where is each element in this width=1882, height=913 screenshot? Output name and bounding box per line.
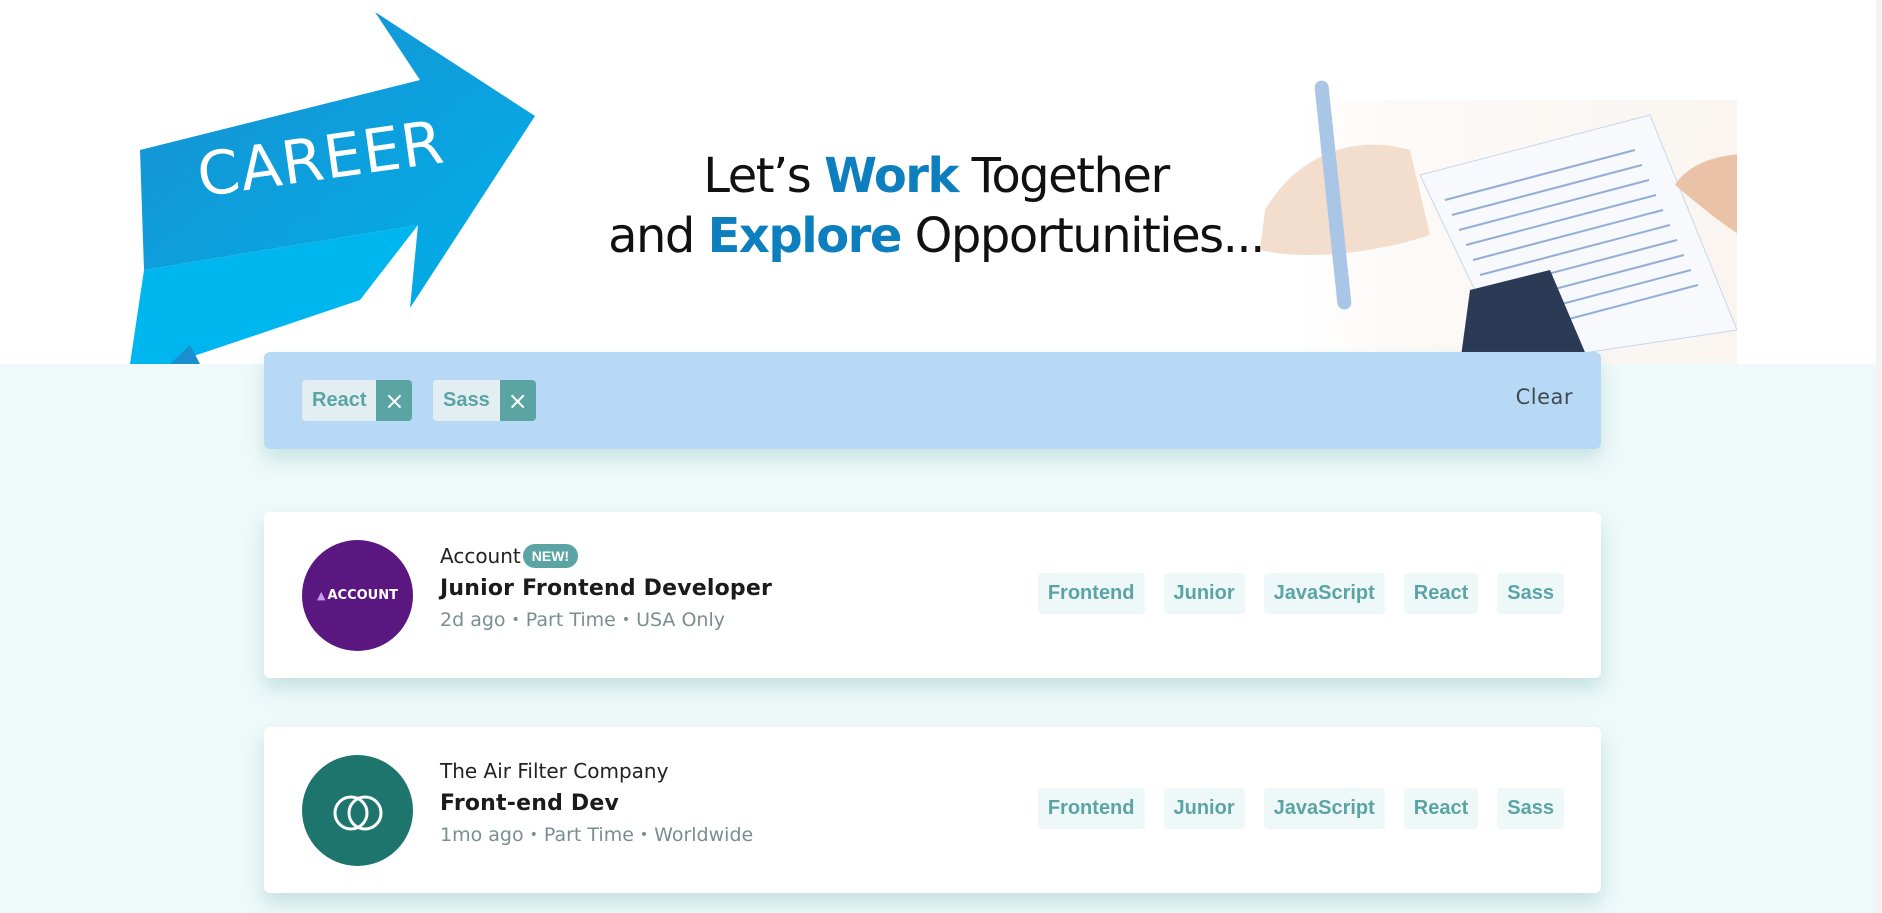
posted-at: 1mo ago xyxy=(440,824,524,846)
hand-pen-paper-graphic xyxy=(1260,80,1737,364)
remove-filter-sass-button[interactable]: × xyxy=(499,380,536,421)
triangle-icon: ▲ xyxy=(317,589,326,602)
tag-sass[interactable]: Sass xyxy=(1497,573,1564,614)
company-name: The Air Filter Company xyxy=(440,759,669,783)
scrollbar-track[interactable] xyxy=(1876,0,1882,913)
job-location: Worldwide xyxy=(654,824,754,846)
hero-banner: CAREER Let’s Work Together and Explore O… xyxy=(130,0,1737,364)
tag-sass[interactable]: Sass xyxy=(1497,788,1564,829)
tag-react[interactable]: React xyxy=(1403,573,1479,614)
tag-react[interactable]: React xyxy=(1403,788,1479,829)
contract-type: Part Time xyxy=(543,824,634,846)
company-logo-account: ▲ ACCOUNT xyxy=(302,540,413,651)
job-position-link[interactable]: Front-end Dev xyxy=(440,791,753,816)
interlocking-rings-icon xyxy=(333,795,382,830)
filter-chip-react: React × xyxy=(302,380,413,421)
filter-bar: React × Sass × Clear xyxy=(264,352,1601,449)
job-tags: Frontend Junior JavaScript React Sass xyxy=(1037,573,1564,614)
tag-junior[interactable]: Junior xyxy=(1163,788,1245,829)
filter-chip-label: React xyxy=(302,380,377,421)
clear-filters-button[interactable]: Clear xyxy=(1516,385,1573,409)
separator-dot: • xyxy=(511,612,520,628)
tag-javascript[interactable]: JavaScript xyxy=(1263,788,1385,829)
hero-tagline: Let’s Work Together and Explore Opportun… xyxy=(586,146,1286,266)
company-logo-air-filter xyxy=(302,755,413,866)
job-info: Account NEW! Junior Frontend Developer 2… xyxy=(440,542,772,631)
close-icon: × xyxy=(384,386,405,415)
job-card[interactable]: The Air Filter Company Front-end Dev 1mo… xyxy=(264,727,1601,893)
remove-filter-react-button[interactable]: × xyxy=(376,380,413,421)
tagline-line-1: Let’s Work Together xyxy=(703,148,1170,204)
tag-frontend[interactable]: Frontend xyxy=(1037,788,1145,829)
job-info: The Air Filter Company Front-end Dev 1mo… xyxy=(440,757,753,846)
separator-dot: • xyxy=(639,827,649,843)
separator-dot: • xyxy=(529,827,538,843)
tag-frontend[interactable]: Frontend xyxy=(1037,573,1145,614)
job-meta: 1mo ago • Part Time • Worldwide xyxy=(440,824,753,846)
filter-chip-sass: Sass × xyxy=(433,380,536,421)
job-card[interactable]: ▲ ACCOUNT Account NEW! Junior Frontend D… xyxy=(264,512,1601,678)
contract-type: Part Time xyxy=(525,609,616,631)
tag-junior[interactable]: Junior xyxy=(1163,573,1245,614)
tagline-line-2: and Explore Opportunities... xyxy=(608,208,1265,264)
job-position-link[interactable]: Junior Frontend Developer xyxy=(440,576,772,601)
posted-at: 2d ago xyxy=(440,609,506,631)
new-badge: NEW! xyxy=(522,544,579,568)
tag-javascript[interactable]: JavaScript xyxy=(1263,573,1385,614)
company-name: Account xyxy=(440,544,521,568)
job-tags: Frontend Junior JavaScript React Sass xyxy=(1037,788,1564,829)
job-location: USA Only xyxy=(636,609,725,631)
job-meta: 2d ago • Part Time • USA Only xyxy=(440,609,772,631)
close-icon: × xyxy=(507,386,528,415)
separator-dot: • xyxy=(621,612,631,628)
filter-chip-label: Sass xyxy=(433,380,500,421)
